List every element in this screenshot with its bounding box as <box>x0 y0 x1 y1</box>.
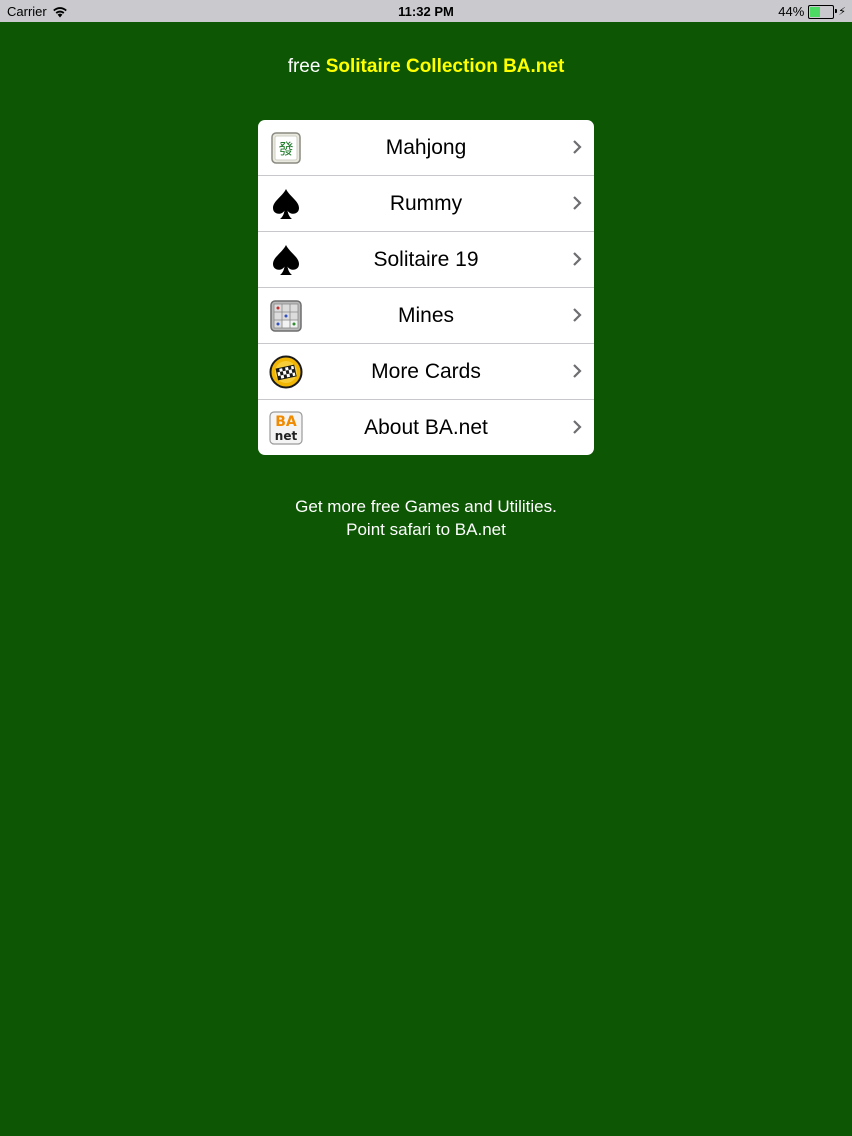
menu-item-mines[interactable]: Mines <box>258 288 594 344</box>
menu-item-mahjong[interactable]: 發 Mahjong <box>258 120 594 176</box>
chevron-right-icon <box>573 196 582 210</box>
chevron-right-icon <box>573 140 582 154</box>
title-brand: Solitaire Collection BA.net <box>325 56 565 77</box>
status-right: 44% ⚡ <box>778 4 846 19</box>
menu-item-about[interactable]: BA net About BA.net <box>258 400 594 455</box>
ba-net-logo-icon: BA net <box>269 411 303 445</box>
title-prefix: free <box>287 56 321 77</box>
checkered-flag-icon <box>269 355 303 389</box>
chevron-right-icon <box>573 308 582 322</box>
menu-item-more-cards[interactable]: More Cards <box>258 344 594 400</box>
battery-percent: 44% <box>778 4 805 19</box>
menu-item-label: About BA.net <box>364 415 488 439</box>
chevron-right-icon <box>573 252 582 266</box>
menu-item-label: Mines <box>397 303 455 327</box>
menu-item-label: Solitaire 19 <box>373 247 479 271</box>
menu-item-label: Mahjong <box>385 135 467 159</box>
footer-line-2: Point safari to BA.net <box>346 520 506 539</box>
battery-fill <box>810 6 820 17</box>
footer-message: Get more free Games and Utilities. Point… <box>0 495 852 541</box>
menu-item-solitaire-19[interactable]: Solitaire 19 <box>258 232 594 288</box>
spade-icon <box>269 243 303 277</box>
mahjong-tile-icon: 發 <box>269 131 303 165</box>
status-time: 11:32 PM <box>398 4 454 19</box>
game-menu: 發 Mahjong Rummy Solitaire 19 Mines More … <box>258 120 594 455</box>
svg-text:BA: BA <box>275 414 297 430</box>
menu-item-label: Rummy <box>389 191 463 215</box>
spade-icon <box>269 187 303 221</box>
menu-item-rummy[interactable]: Rummy <box>258 176 594 232</box>
svg-text:net: net <box>275 429 298 443</box>
charging-icon: ⚡ <box>838 6 846 18</box>
minesweeper-grid-icon <box>269 299 303 333</box>
svg-text:發: 發 <box>278 140 293 158</box>
footer-line-1: Get more free Games and Utilities. <box>295 497 557 516</box>
menu-item-label: More Cards <box>371 359 481 383</box>
chevron-right-icon <box>573 420 582 434</box>
chevron-right-icon <box>573 364 582 378</box>
battery-icon <box>808 4 838 19</box>
page-title: free Solitaire Collection BA.net <box>0 56 852 78</box>
status-bar: Carrier 11:32 PM 44% ⚡ <box>0 0 852 22</box>
